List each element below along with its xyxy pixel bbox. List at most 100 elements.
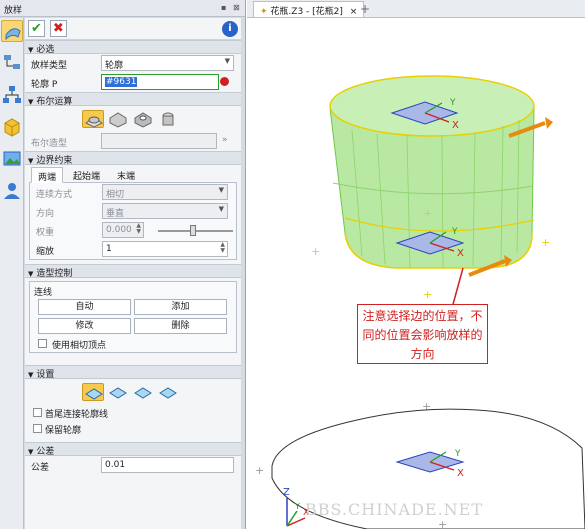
loft-type-row: 放样类型 轮廓 ▼ (25, 54, 241, 73)
tangent-vertex-label: 使用相切顶点 (52, 341, 107, 351)
chevron-down-icon: ▼ (218, 205, 224, 213)
close-tab-icon[interactable]: × (350, 7, 358, 17)
profile-label: 轮廓 P (31, 80, 58, 90)
top-axis-y-label: Y (449, 98, 456, 108)
weight-value: 0.000 (106, 225, 132, 235)
modify-button[interactable]: 修改 (38, 318, 131, 334)
hierarchy-icon[interactable] (1, 52, 23, 74)
boolean-shape-row: 布尔造型 » (25, 132, 241, 151)
boolean-intersect-icon[interactable] (157, 110, 179, 128)
tangent-vertex-checkbox[interactable] (38, 339, 47, 348)
tolerance-row: 公差 0.01 (25, 456, 241, 475)
boolean-shape-input[interactable] (101, 133, 217, 149)
weight-input[interactable]: 0.000 ▲ ▼ (102, 222, 144, 238)
settings-mode-1-icon[interactable] (82, 383, 104, 401)
tab-end[interactable]: 末端 (111, 167, 141, 183)
boolean-add-icon[interactable] (107, 110, 129, 128)
scale-value: 1 (106, 244, 112, 254)
document-tab-bar: ✦ 花瓶.Z3 - [花瓶2] × + (247, 0, 585, 18)
bottom-axis-y-label: Y (451, 227, 458, 237)
cancel-button[interactable]: ✖ (49, 20, 67, 37)
chevron-down-icon: ▼ (218, 186, 224, 194)
tolerance-input[interactable]: 0.01 (101, 457, 234, 473)
settings-mode-3-icon[interactable] (132, 383, 154, 401)
svg-text:+: + (255, 464, 264, 477)
weight-row: 权重 0.000 ▲ ▼ (30, 221, 236, 240)
boolean-base-icon[interactable] (82, 110, 104, 128)
connect-row: 连续方式 相切 ▼ (30, 183, 236, 202)
tolerance-label: 公差 (31, 463, 50, 473)
scale-label: 缩放 (36, 247, 55, 257)
spinner-icon[interactable]: ▲ ▼ (220, 242, 225, 254)
profile-input[interactable]: #9631 (101, 74, 219, 90)
loft-type-value: 轮廓 (105, 61, 124, 71)
triad-z-label: Z (283, 487, 290, 498)
new-tab-button[interactable]: + (360, 2, 370, 16)
loft-type-select[interactable]: 轮廓 ▼ (101, 55, 234, 71)
connect-curve-label: 首尾连接轮廓线 (45, 410, 109, 420)
expand-icon[interactable]: » (222, 135, 228, 145)
chevron-down-icon: ▼ (224, 57, 230, 65)
delete-button[interactable]: 删除 (134, 318, 227, 334)
close-icon[interactable]: ⊠ (233, 3, 240, 12)
tolerance-value: 0.01 (105, 460, 126, 470)
boolean-shape-label: 布尔造型 (31, 139, 68, 149)
svg-text:+: + (422, 400, 431, 413)
profile-row: 轮廓 P #9631 (25, 73, 241, 92)
add-button[interactable]: 添加 (134, 299, 227, 315)
connect-label: 连续方式 (36, 190, 73, 200)
svg-text:+: + (423, 207, 432, 220)
document-tab-label: 花瓶.Z3 - [花瓶2] (270, 7, 343, 17)
document-tab[interactable]: ✦ 花瓶.Z3 - [花瓶2] × (253, 1, 365, 17)
document-icon: ✦ (260, 7, 268, 17)
boundary-tabs: 两端 起始端 末端 (29, 167, 237, 183)
weight-slider-thumb[interactable] (190, 225, 196, 236)
pick-point-icon[interactable] (220, 77, 229, 86)
loft-tool-icon[interactable] (1, 20, 23, 42)
ok-button[interactable]: ✔ (28, 20, 45, 37)
auto-button[interactable]: 自动 (38, 299, 131, 315)
connect-curve-checkbox[interactable] (33, 408, 42, 417)
spinner-icon[interactable]: ▲ ▼ (136, 223, 141, 235)
settings-mode-4-icon[interactable] (157, 383, 179, 401)
scale-input[interactable]: 1 ▲ ▼ (102, 241, 228, 257)
svg-text:+: + (438, 518, 447, 529)
triad-y-label: Y (294, 502, 300, 511)
lines-group: 连线 自动 添加 修改 删除 使用相切顶点 (29, 281, 237, 353)
info-icon[interactable]: i (222, 21, 238, 37)
direction-select[interactable]: 垂直 ▼ (102, 203, 228, 219)
section-shape-control[interactable]: ▼ 造型控制 (25, 264, 241, 279)
tab-both-ends[interactable]: 两端 (31, 167, 64, 183)
section-tolerance[interactable]: ▼ 公差 (25, 442, 241, 457)
svg-text:+: + (423, 288, 432, 301)
direction-value: 垂直 (106, 209, 125, 219)
scene-svg: X Y X Y ++ ++ +++ X Y Z X Y (255, 75, 585, 529)
boolean-subtract-icon[interactable] (132, 110, 154, 128)
side-toolbar (0, 18, 24, 529)
section-required[interactable]: ▼ 必选 (25, 40, 241, 55)
settings-mode-2-icon[interactable] (107, 383, 129, 401)
section-settings[interactable]: ▼ 设置 (25, 365, 241, 380)
tab-start[interactable]: 起始端 (67, 167, 106, 183)
settings-toolbar (25, 379, 241, 405)
user-icon[interactable] (1, 180, 23, 202)
weight-label: 权重 (36, 228, 55, 238)
keep-profile-checkbox[interactable] (33, 424, 42, 433)
boundary-box: 连续方式 相切 ▼ 方向 垂直 ▼ 权重 0.000 ▲ ▼ 缩放 1 ▲ ▼ (29, 183, 237, 260)
connect-select[interactable]: 相切 ▼ (102, 184, 228, 200)
image-icon[interactable] (1, 148, 23, 170)
flat-axis-y-label: Y (454, 449, 461, 459)
scale-row: 缩放 1 ▲ ▼ (30, 240, 236, 259)
section-shape-control-title: 造型控制 (36, 269, 73, 279)
3d-viewport[interactable]: X Y X Y + + + + + + + X Y Z X Y (247, 18, 585, 529)
app-root: 放样 ▪ ⊠ ✔ ✖ i ▼ 必选 放样类型 轮廓 ▼ 轮廓 P #9631 ▼… (0, 0, 585, 529)
svg-text:+: + (541, 236, 550, 249)
pin-icon[interactable]: ▪ (221, 3, 226, 12)
action-bar: ✔ ✖ i (25, 18, 241, 40)
connect-curve-row: 首尾连接轮廓线 (25, 405, 241, 421)
tree-icon[interactable] (1, 84, 23, 106)
section-boolean[interactable]: ▼ 布尔运算 (25, 92, 241, 107)
svg-text:+: + (311, 245, 320, 258)
section-boundary[interactable]: ▼ 边界约束 (25, 151, 241, 166)
cube-icon[interactable] (1, 116, 23, 138)
